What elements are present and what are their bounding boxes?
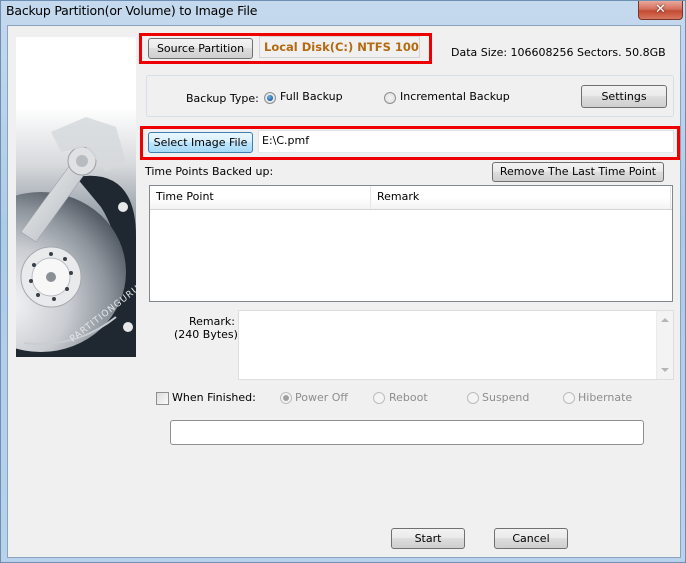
window-title: Backup Partition(or Volume) to Image Fil…	[6, 3, 258, 18]
column-header-remark[interactable]: Remark	[371, 186, 671, 209]
close-button[interactable]: ✕	[638, 1, 683, 20]
remark-scrollbar[interactable]	[656, 311, 673, 379]
backup-progress-bar	[170, 420, 644, 445]
hard-disk-illustration: PARTITIONGURU	[16, 37, 136, 357]
time-points-list-header: Time Point Remark	[150, 186, 672, 210]
scroll-up-icon[interactable]	[661, 318, 669, 322]
remark-textarea[interactable]	[238, 310, 674, 380]
scroll-down-icon[interactable]	[661, 368, 669, 372]
data-size-text: Data Size: 106608256 Sectors. 50.8GB	[451, 46, 666, 59]
reboot-radio[interactable]	[373, 392, 385, 404]
full-backup-label[interactable]: Full Backup	[280, 90, 343, 103]
remark-limit-label: (240 Bytes)	[174, 328, 238, 341]
source-partition-value: Local Disk(C:) NTFS 100.0GB	[259, 36, 420, 58]
close-icon: ✕	[655, 2, 666, 17]
when-finished-label[interactable]: When Finished:	[172, 391, 256, 404]
dialog-client-area: PARTITIONGURU Source Partition Local Dis…	[7, 25, 681, 558]
power-off-radio[interactable]	[280, 392, 292, 404]
reboot-label[interactable]: Reboot	[389, 391, 428, 404]
hibernate-label[interactable]: Hibernate	[578, 391, 632, 404]
backup-dialog-window: Backup Partition(or Volume) to Image Fil…	[0, 0, 686, 563]
remark-label: Remark:	[189, 315, 235, 328]
hard-disk-icon: PARTITIONGURU	[16, 117, 136, 357]
time-points-label: Time Points Backed up:	[145, 165, 274, 178]
power-off-label[interactable]: Power Off	[295, 391, 348, 404]
title-bar[interactable]: Backup Partition(or Volume) to Image Fil…	[1, 1, 686, 23]
hibernate-radio[interactable]	[563, 392, 575, 404]
start-button[interactable]: Start	[391, 528, 465, 549]
settings-button[interactable]: Settings	[581, 85, 667, 108]
suspend-label[interactable]: Suspend	[482, 391, 529, 404]
select-image-file-button[interactable]: Select Image File	[148, 132, 253, 153]
incremental-backup-radio[interactable]	[384, 92, 396, 104]
when-finished-checkbox[interactable]	[156, 392, 169, 405]
source-partition-button[interactable]: Source Partition	[148, 38, 253, 59]
column-header-time-point[interactable]: Time Point	[150, 186, 371, 209]
full-backup-radio[interactable]	[264, 92, 276, 104]
suspend-radio[interactable]	[467, 392, 479, 404]
incremental-backup-label[interactable]: Incremental Backup	[400, 90, 510, 103]
remove-last-time-point-button[interactable]: Remove The Last Time Point	[492, 162, 664, 182]
time-points-list[interactable]: Time Point Remark	[149, 185, 673, 302]
backup-type-label: Backup Type:	[186, 92, 259, 105]
cancel-button[interactable]: Cancel	[494, 528, 568, 549]
image-file-path-input[interactable]: E:\C.pmf	[258, 130, 674, 153]
